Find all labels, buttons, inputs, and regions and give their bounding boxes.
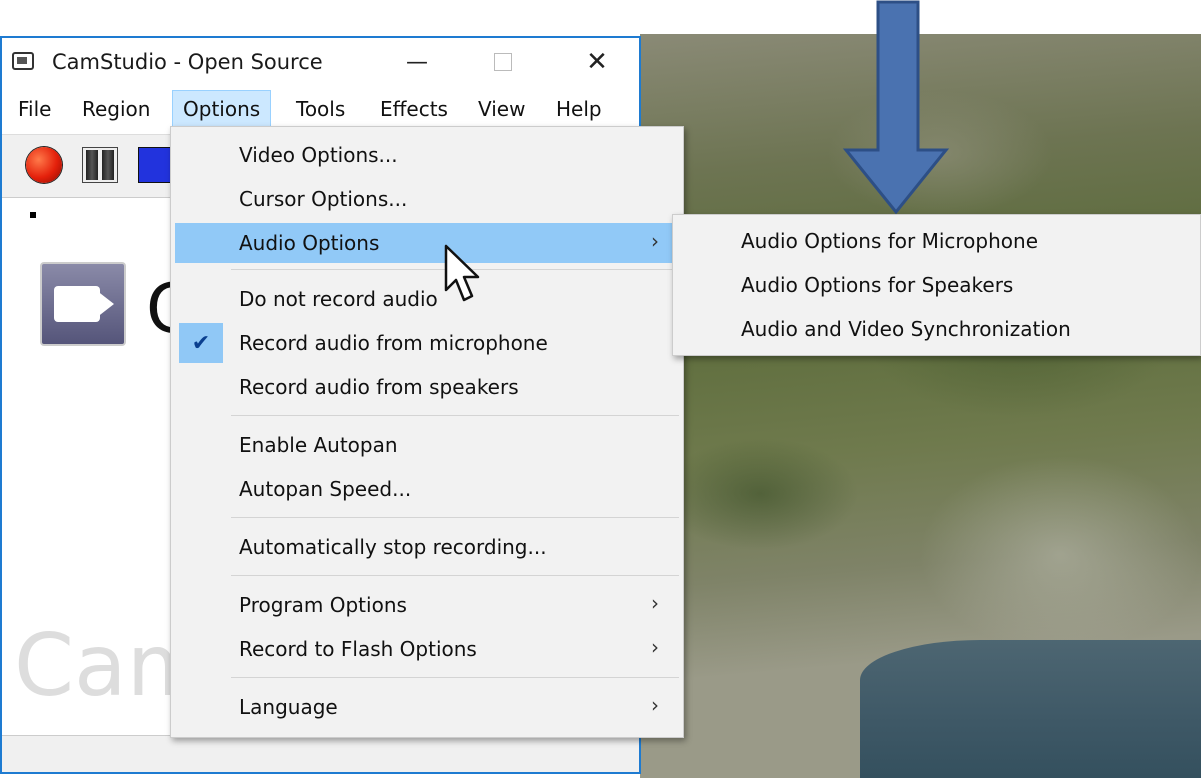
menu-item-label: Record to Flash Options [239,637,477,661]
menu-item-label: Enable Autopan [239,433,398,457]
options-menu: Video Options... Cursor Options... Audio… [170,126,684,738]
menu-item-auto-stop-recording[interactable]: Automatically stop recording... [175,527,679,567]
menu-item-label: Video Options... [239,143,398,167]
menu-item-language[interactable]: Language › [175,687,679,727]
status-bar [2,735,639,772]
submenu-item-audio-speakers[interactable]: Audio Options for Speakers [741,273,1013,297]
menu-separator [231,575,679,576]
menu-item-cursor-options[interactable]: Cursor Options... [175,179,679,219]
menu-item-label: Language [239,695,338,719]
wallpaper-sea [860,640,1201,778]
mouse-pointer-icon [444,244,480,302]
marker-dot [30,212,36,218]
checkmark-icon: ✔ [179,323,223,363]
close-button[interactable]: ✕ [574,46,620,78]
menu-effects[interactable]: Effects [370,90,458,128]
menu-separator [231,415,679,416]
menu-view[interactable]: View [468,90,535,128]
menu-item-autopan-speed[interactable]: Autopan Speed... [175,469,679,509]
menu-item-label: Record audio from speakers [239,375,519,399]
menu-bar: File Region Options Tools Effects View H… [2,90,639,128]
submenu-item-av-sync[interactable]: Audio and Video Synchronization [741,317,1071,341]
menu-item-record-speakers[interactable]: Record audio from speakers [175,367,679,407]
menu-item-video-options[interactable]: Video Options... [175,135,679,175]
menu-help[interactable]: Help [546,90,612,128]
audio-options-submenu: Audio Options for Microphone Audio Optio… [672,214,1201,356]
menu-options[interactable]: Options [172,90,272,128]
menu-item-record-flash-options[interactable]: Record to Flash Options › [175,629,679,669]
record-button[interactable] [26,147,62,183]
menu-item-audio-options[interactable]: Audio Options › [175,223,679,263]
minimize-button[interactable]: — [394,46,440,78]
title-bar[interactable]: CamStudio - Open Source — ✕ [2,38,639,86]
submenu-chevron-icon: › [651,591,659,615]
menu-item-enable-autopan[interactable]: Enable Autopan [175,425,679,465]
menu-separator [231,677,679,678]
menu-item-label: Audio Options [239,231,380,255]
menu-item-label: Program Options [239,593,407,617]
camstudio-logo-icon [40,262,126,346]
submenu-chevron-icon: › [651,635,659,659]
annotation-down-arrow-icon [842,0,950,215]
submenu-chevron-icon: › [651,229,659,253]
menu-item-label: Automatically stop recording... [239,535,547,559]
menu-item-label: Autopan Speed... [239,477,412,501]
menu-tools[interactable]: Tools [286,90,355,128]
maximize-button[interactable] [480,46,526,78]
maximize-icon [494,53,512,71]
menu-file[interactable]: File [8,90,61,128]
menu-item-program-options[interactable]: Program Options › [175,585,679,625]
window-title: CamStudio - Open Source [52,50,323,74]
submenu-item-audio-microphone[interactable]: Audio Options for Microphone [741,229,1038,253]
menu-item-do-not-record-audio[interactable]: Do not record audio [175,279,679,319]
app-icon[interactable] [12,52,34,70]
pause-button[interactable] [82,147,118,183]
menu-separator [231,517,679,518]
menu-item-record-microphone[interactable]: ✔ Record audio from microphone [175,323,679,363]
menu-item-label: Do not record audio [239,287,438,311]
menu-region[interactable]: Region [72,90,160,128]
menu-item-label: Cursor Options... [239,187,408,211]
stop-button[interactable] [138,147,172,183]
submenu-chevron-icon: › [651,693,659,717]
menu-item-label: Record audio from microphone [239,331,548,355]
